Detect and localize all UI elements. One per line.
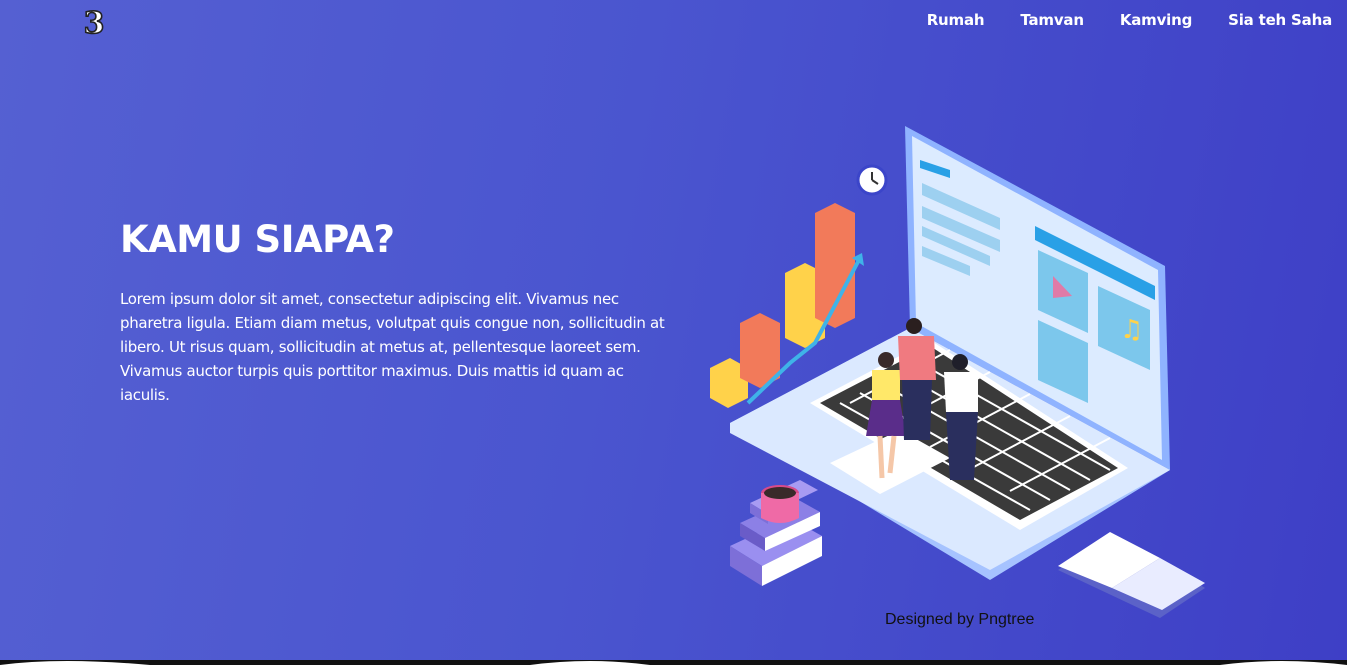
nav-link-sia-teh-saha[interactable]: Sia teh Saha [1228, 11, 1332, 29]
clock-icon [856, 164, 888, 196]
hero-description: Lorem ipsum dolor sit amet, consectetur … [120, 290, 665, 404]
hero-title: KAMU SIAPA? [120, 218, 395, 261]
coffee-books-decoration [730, 480, 822, 586]
three-logo-icon[interactable]: 3 [80, 6, 108, 40]
bottom-wave-decoration [0, 660, 1347, 665]
illustration-credit: Designed by Pngtree [885, 611, 1035, 628]
nav-link-kamving[interactable]: Kamving [1120, 11, 1193, 29]
hero-section: KAMU SIAPA? Lorem ipsum dolor sit amet, … [120, 218, 665, 407]
nav-link-rumah[interactable]: Rumah [927, 11, 985, 29]
svg-text:♫: ♫ [1120, 315, 1143, 345]
isometric-laptop-team-illustration: ♫ [710, 126, 1205, 618]
top-nav: Rumah Tamvan Kamving Sia teh Saha [927, 11, 1332, 29]
nav-link-tamvan[interactable]: Tamvan [1020, 11, 1084, 29]
open-book-decoration [1058, 532, 1205, 618]
logo-text: 3 [84, 6, 105, 40]
